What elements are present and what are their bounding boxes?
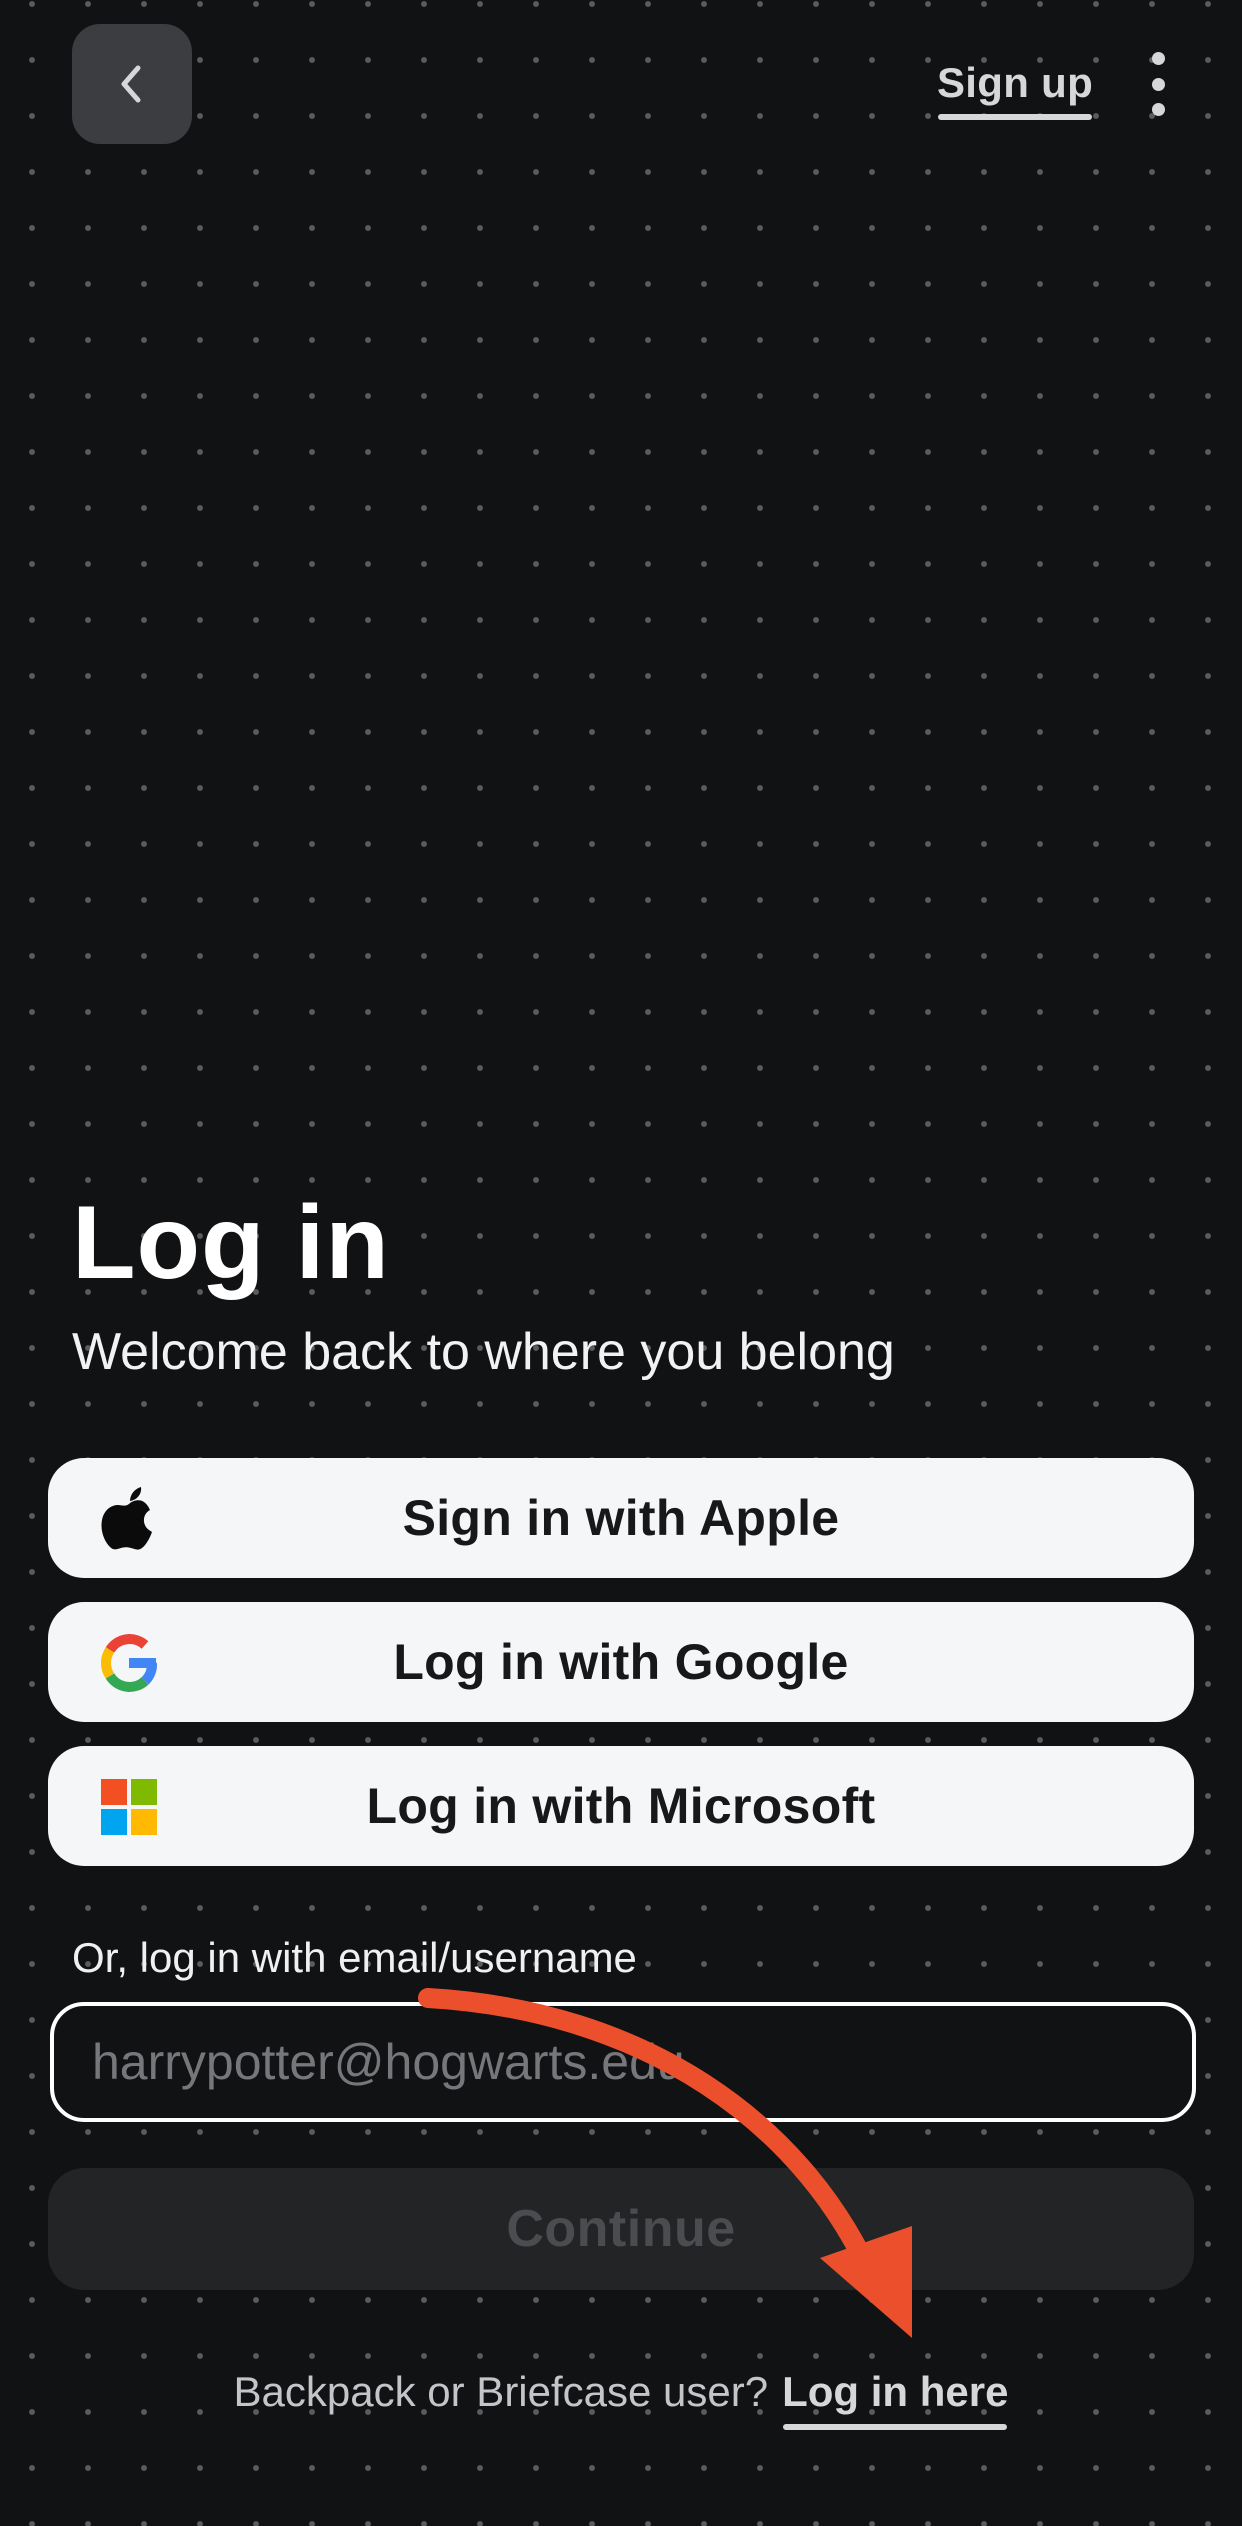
more-options-button[interactable] bbox=[1138, 52, 1178, 116]
log-in-with-google-button[interactable]: Log in with Google bbox=[48, 1602, 1194, 1722]
log-in-here-link[interactable]: Log in here bbox=[782, 2360, 1008, 2430]
page-title: Log in bbox=[72, 1185, 390, 1301]
log-in-here-label: Log in here bbox=[782, 2368, 1009, 2415]
sign-up-link[interactable]: Sign up bbox=[930, 52, 1100, 122]
sign-up-underline bbox=[938, 114, 1092, 120]
back-button[interactable] bbox=[72, 24, 192, 144]
email-field-label: Or, log in with email/username bbox=[72, 1934, 637, 1981]
page-subtitle: Welcome back to where you belong bbox=[72, 1323, 895, 1381]
google-button-label: Log in with Google bbox=[393, 1634, 849, 1690]
more-vertical-icon-dot bbox=[1151, 77, 1165, 91]
log-in-here-underline bbox=[783, 2424, 1008, 2430]
sign-up-label: Sign up bbox=[936, 59, 1094, 106]
microsoft-button-label: Log in with Microsoft bbox=[366, 1778, 876, 1834]
more-vertical-icon-dot bbox=[1151, 103, 1165, 116]
more-vertical-icon-dot bbox=[1151, 52, 1165, 65]
legacy-login-prompt: Backpack or Briefcase user? bbox=[233, 2368, 769, 2415]
apple-button-label: Sign in with Apple bbox=[402, 1490, 840, 1546]
legacy-login-footer: Backpack or Briefcase user? Log in here bbox=[0, 2360, 1242, 2430]
chevron-left-icon bbox=[121, 65, 141, 103]
sign-in-with-apple-button[interactable]: Sign in with Apple bbox=[48, 1458, 1194, 1578]
log-in-with-microsoft-button[interactable]: Log in with Microsoft bbox=[48, 1746, 1194, 1866]
email-field[interactable] bbox=[50, 2002, 1196, 2122]
continue-button[interactable]: Continue bbox=[48, 2168, 1194, 2290]
email-input[interactable] bbox=[92, 2006, 1152, 2118]
